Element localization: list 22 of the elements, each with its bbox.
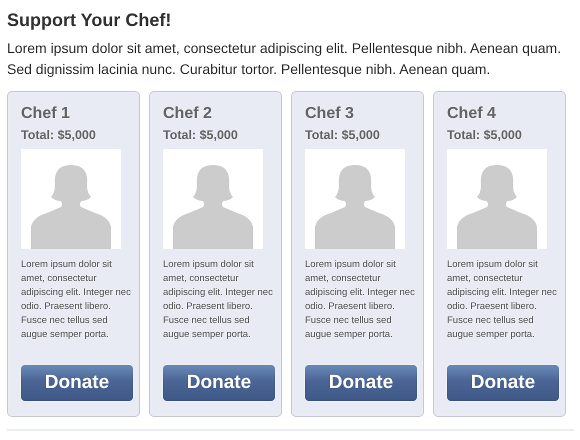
avatar-silhouette-icon bbox=[163, 149, 263, 249]
chef-name: Chef 2 bbox=[163, 104, 212, 124]
donate-button[interactable]: Donate bbox=[163, 365, 275, 401]
avatar-silhouette-icon bbox=[21, 149, 121, 249]
donate-button[interactable]: Donate bbox=[447, 365, 559, 401]
intro-paragraph: Lorem ipsum dolor sit amet, consectetur adipiscing elit. Pellentesque nibh. Aenean quam. Sed dignissim lacinia nunc. Curabitur tortor. Pellentesque nibh. Aenean quam. bbox=[7, 39, 562, 79]
donation-total: Total: $5,000 bbox=[305, 127, 380, 144]
chef-description: Lorem ipsum dolor sit amet, consectetur adipiscing elit. Integer nec odio. Praesent libero. Fusce nec tellus sed augue semper porta. bbox=[163, 258, 274, 342]
donation-total: Total: $5,000 bbox=[21, 127, 96, 144]
donation-total: Total: $5,000 bbox=[163, 127, 238, 144]
chef-name: Chef 3 bbox=[305, 104, 354, 124]
chef-description: Lorem ipsum dolor sit amet, consectetur adipiscing elit. Integer nec odio. Praesent libero. Fusce nec tellus sed augue semper porta. bbox=[447, 258, 558, 342]
donate-button[interactable]: Donate bbox=[305, 365, 417, 401]
avatar-silhouette-icon bbox=[447, 149, 547, 249]
chef-description: Lorem ipsum dolor sit amet, consectetur adipiscing elit. Integer nec odio. Praesent libero. Fusce nec tellus sed augue semper porta. bbox=[21, 258, 132, 342]
chef-description: Lorem ipsum dolor sit amet, consectetur adipiscing elit. Integer nec odio. Praesent libero. Fusce nec tellus sed augue semper porta. bbox=[305, 258, 416, 342]
donation-total: Total: $5,000 bbox=[447, 127, 522, 144]
avatar-silhouette-icon bbox=[305, 149, 405, 249]
donate-button[interactable]: Donate bbox=[21, 365, 133, 401]
chef-name: Chef 1 bbox=[21, 104, 70, 124]
chef-name: Chef 4 bbox=[447, 104, 496, 124]
page-heading: Support Your Chef! bbox=[7, 9, 172, 32]
